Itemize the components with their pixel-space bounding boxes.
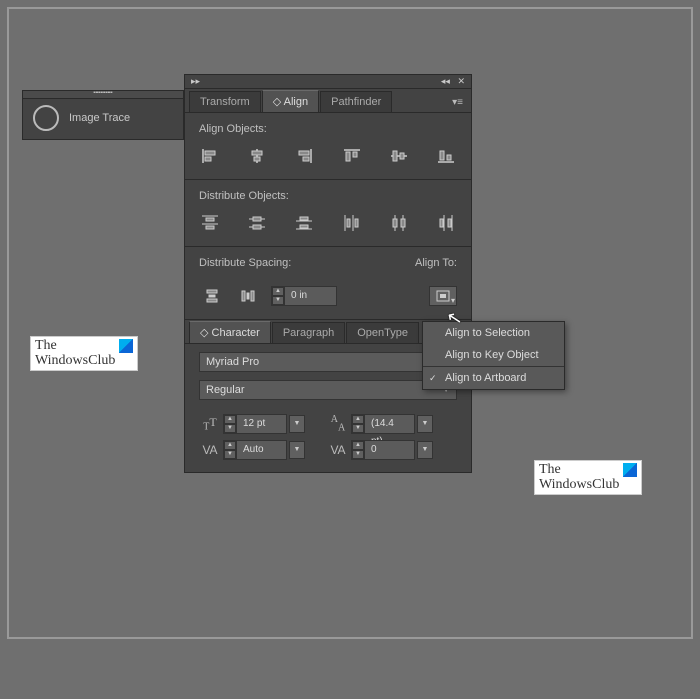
tab-pathfinder[interactable]: Pathfinder [320,91,392,112]
hdist-space-icon[interactable] [235,285,261,307]
leading-value[interactable]: (14.4 pt) [364,415,414,433]
align-vcenter-icon[interactable] [388,145,409,167]
align-character-panel: ▸▸ ◂◂ ✕ Transform ◇ Align Pathfinder ▾≡ … [184,74,472,473]
tracking-icon: VA [327,443,349,457]
spacing-input[interactable]: ▲▼ 0 in [271,286,337,306]
kerning-value[interactable]: Auto [236,441,286,459]
align-hcenter-icon[interactable] [246,145,267,167]
image-trace-label[interactable]: Image Trace [69,112,130,124]
watermark-logo-icon [623,463,637,477]
tracking-input[interactable]: ▲▼ 0 [351,440,415,460]
tracking-dropdown[interactable]: ▼ [417,441,433,459]
kerning-icon: VA [199,443,221,457]
font-size-value[interactable]: 12 pt [236,415,286,433]
tab-align[interactable]: ◇ Align [262,90,319,112]
tab-paragraph[interactable]: Paragraph [272,322,345,343]
align-tabs: Transform ◇ Align Pathfinder ▾≡ [185,89,471,113]
tab-opentype[interactable]: OpenType [346,322,419,343]
menu-align-key-object[interactable]: Align to Key Object [423,344,564,366]
vdist-space-icon[interactable] [199,285,225,307]
hdist-right-icon[interactable] [436,212,457,234]
leading-icon: AA [327,414,349,433]
watermark: The WindowsClub [30,336,138,371]
align-right-icon[interactable] [294,145,315,167]
panel-topbar: ▸▸ ◂◂ ✕ [185,75,471,89]
align-objects-section: Align Objects: [185,113,471,179]
font-style-select[interactable]: Regular ▼ [199,380,457,400]
menu-align-selection[interactable]: Align to Selection [423,322,564,344]
align-to-title: Align To: [415,257,457,269]
font-size-dropdown[interactable]: ▼ [289,415,305,433]
watermark: The WindowsClub [534,460,642,495]
kerning-dropdown[interactable]: ▼ [289,441,305,459]
align-to-button[interactable] [429,286,457,306]
leading-input[interactable]: ▲▼ (14.4 pt) [351,414,415,434]
kerning-input[interactable]: ▲▼ Auto [223,440,287,460]
vdist-bottom-icon[interactable] [294,212,315,234]
font-family-value: Myriad Pro [206,353,259,371]
distribute-spacing-title: Distribute Spacing: [199,257,291,269]
vdist-top-icon[interactable] [199,212,220,234]
font-size-input[interactable]: ▲▼ 12 pt [223,414,287,434]
tab-transform[interactable]: Transform [189,91,261,112]
tab-label: Align [284,96,308,108]
spacing-value[interactable]: 0 in [284,287,336,305]
font-style-value: Regular [206,381,245,399]
image-trace-icon [33,105,59,131]
check-icon: ✓ [429,373,437,384]
expand-icon[interactable]: ▸▸ [191,76,200,87]
font-size-icon: TT [199,415,221,432]
vdist-center-icon[interactable] [246,212,267,234]
align-bottom-icon[interactable] [436,145,457,167]
align-objects-title: Align Objects: [199,123,457,135]
leading-dropdown[interactable]: ▼ [417,415,433,433]
font-family-select[interactable]: Myriad Pro ▼ [199,352,457,372]
image-trace-panel: ╍╍╍╍ Image Trace [22,90,184,140]
distribute-objects-title: Distribute Objects: [199,190,457,202]
align-left-icon[interactable] [199,145,220,167]
watermark-logo-icon [119,339,133,353]
tab-character[interactable]: ◇ Character [189,321,271,343]
close-icon[interactable]: ✕ [457,76,465,86]
menu-align-artboard[interactable]: ✓ Align to Artboard [423,367,564,389]
link-icon: ◇ [200,327,208,339]
panel-grip[interactable]: ╍╍╍╍ [23,91,183,99]
collapse-icon[interactable]: ◂◂ [441,76,450,86]
distribute-objects-section: Distribute Objects: [185,180,471,246]
align-to-menu: Align to Selection Align to Key Object ✓… [422,321,565,390]
panel-menu-icon[interactable]: ▾≡ [448,93,467,112]
tracking-value[interactable]: 0 [364,441,414,459]
align-top-icon[interactable] [341,145,362,167]
artboard-icon [436,290,450,302]
link-icon: ◇ [273,96,281,108]
hdist-center-icon[interactable] [388,212,409,234]
hdist-left-icon[interactable] [341,212,362,234]
